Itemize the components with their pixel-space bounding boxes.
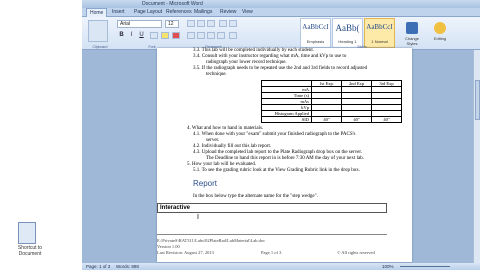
font-size-select[interactable]: 12 [165,20,179,28]
vertical-scrollbar[interactable] [473,50,480,263]
style-normal[interactable]: AaBbCcI 1 Normal [364,18,395,48]
text-cursor-icon: I [197,214,199,221]
report-heading: Report [193,179,218,188]
status-bar: Page: 1 of 3 Words: 888 100% [82,263,480,270]
document-area: 3.3. This lab will be completed individu… [82,48,480,263]
desktop-icon-label: Shortcut to Document [17,245,43,257]
zoom-level[interactable]: 100% [382,263,394,270]
multilevel-list-button[interactable] [207,20,215,27]
status-page[interactable]: Page: 1 of 3 [86,263,110,270]
table-cell[interactable]: 40" [371,116,402,123]
strikethrough-button[interactable] [150,32,158,39]
highlight-icon[interactable] [161,32,169,39]
footer-path: E:\PrivateS\RAT311\Labs\02PlateRad\LabMa… [157,238,266,243]
desktop-background: Shortcut to Document [0,0,82,270]
ribbon: Arial 12 B I U AaBbCcI Emphasis AaBb(He… [82,17,480,50]
style-emphasis[interactable]: AaBbCcI Emphasis [300,18,331,48]
change-styles-label: Change Styles [404,36,419,46]
align-left-button[interactable] [187,32,195,39]
table-cell[interactable]: 40" [311,116,342,123]
table-row: SID 40" 40" 40" [261,116,402,123]
align-right-button[interactable] [207,32,215,39]
style-sample: AaBbCcI [302,23,329,31]
table-row-label: SID [261,116,312,123]
window-title: Document - Microsoft Word [142,1,203,7]
font-name-select[interactable]: Arial [117,20,162,28]
doc-line: 5.1. To see the grading rubric look at t… [193,168,361,173]
underline-button[interactable]: U [137,31,146,40]
italic-button[interactable]: I [127,31,136,40]
font-color-icon[interactable] [172,32,180,39]
editing-label: Editing [433,36,447,41]
document-shortcut-icon[interactable] [18,222,36,244]
style-sample: AaBbCcI [366,23,393,31]
technique-table: 1st Exp. 2nd Exp 3rd Exp mA Time (s) mAs… [261,80,402,123]
document-page[interactable]: 3.3. This lab will be completed individu… [157,48,412,262]
paste-button[interactable] [88,20,108,42]
tab-mailings[interactable]: Mailings [194,8,212,17]
footer-divider [157,234,387,235]
decrease-indent-button[interactable] [219,20,227,27]
instruction-text: In the box below type the alternate name… [193,194,318,199]
align-center-button[interactable] [197,32,205,39]
change-styles-icon [406,22,418,34]
footer-revision: Last Revision: August 27, 2013 [157,250,214,255]
style-label: 1 Normal [371,39,388,44]
binoculars-icon [434,22,446,34]
tab-home[interactable]: Home [86,8,108,17]
bold-button[interactable]: B [117,31,126,40]
footer-page: Page 1 of 3 [261,250,282,255]
style-heading-1[interactable]: AaBb( Heading 1 [332,18,363,48]
increase-indent-button[interactable] [229,20,237,27]
footer-copyright: © All rights reserved [337,250,375,255]
doc-line: technique. [206,72,227,77]
style-label: Heading 1 [338,39,357,44]
answer-input-value: Interactive [160,205,191,211]
screen: Shortcut to Document Document - Microsof… [0,0,480,270]
scrollbar-thumb[interactable] [475,80,480,120]
title-bar: Document - Microsoft Word [82,0,480,8]
tab-references[interactable]: References [166,8,192,17]
zoom-slider[interactable] [400,266,450,267]
line-spacing-button[interactable] [229,32,237,39]
editing-button[interactable]: Editing [430,20,450,47]
style-sample: AaBb( [335,23,360,33]
tab-page-layout[interactable]: Page Layout [134,8,162,17]
style-label: Emphasis [306,39,325,44]
tab-insert[interactable]: Insert [112,8,125,17]
change-styles-button[interactable]: Change Styles [402,20,422,47]
word-window: Document - Microsoft Word Home Insert Pa… [82,0,480,270]
footer-version: Version 1.00 [157,244,180,249]
status-words[interactable]: Words: 888 [116,263,139,270]
table-cell[interactable]: 40" [341,116,372,123]
numbering-button[interactable] [197,20,205,27]
tab-view[interactable]: View [242,8,253,17]
answer-input-box[interactable]: Interactive [157,203,387,213]
tab-review[interactable]: Review [220,8,236,17]
ribbon-tabs: Home Insert Page Layout References Maili… [82,8,480,17]
bullets-button[interactable] [187,20,195,27]
justify-button[interactable] [217,32,225,39]
